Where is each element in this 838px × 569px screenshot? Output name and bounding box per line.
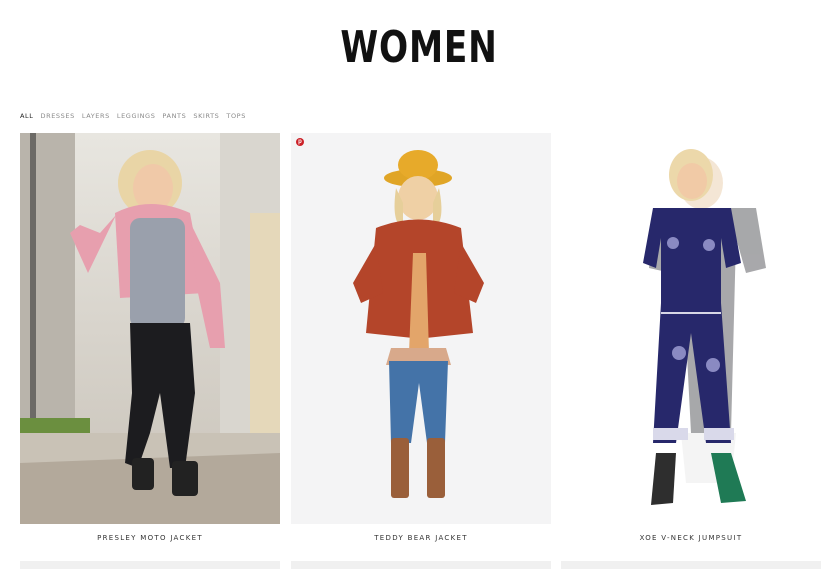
filter-skirts[interactable]: SKIRTS — [193, 112, 219, 120]
category-filter-bar: All DRESSES LAYERS LEGGINGS PANTS SKIRTS… — [20, 112, 246, 120]
product-image[interactable]: p — [291, 133, 551, 524]
product-name[interactable]: TEDDY BEAR JACKET — [291, 534, 551, 542]
filter-all[interactable]: All — [20, 112, 34, 120]
product-image[interactable] — [561, 133, 821, 524]
next-row-preview — [20, 561, 280, 569]
pinterest-icon[interactable]: p — [296, 138, 304, 146]
filter-dresses[interactable]: DRESSES — [41, 112, 75, 120]
filter-tops[interactable]: TOPS — [226, 112, 246, 120]
product-photo-presley-moto-jacket — [20, 133, 280, 524]
product-photo-xoe-v-neck-jumpsuit — [561, 133, 821, 524]
page-title: WOMEN — [340, 22, 498, 73]
filter-leggings[interactable]: LEGGINGS — [117, 112, 156, 120]
next-row-preview — [561, 561, 821, 569]
filter-layers[interactable]: LAYERS — [82, 112, 110, 120]
next-row-preview — [291, 561, 551, 569]
product-name[interactable]: XOE V-NECK JUMPSUIT — [561, 534, 821, 542]
product-name[interactable]: PRESLEY MOTO JACKET — [20, 534, 280, 542]
product-image[interactable] — [20, 133, 280, 524]
product-photo-teddy-bear-jacket — [291, 133, 551, 524]
filter-pants[interactable]: PANTS — [162, 112, 186, 120]
